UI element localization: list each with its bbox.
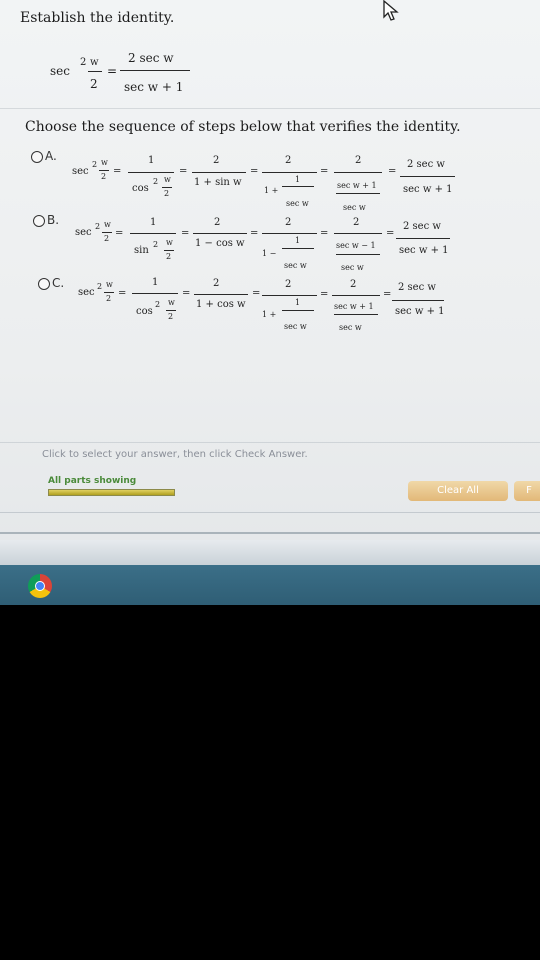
- instruction-hint: Click to select your answer, then click …: [42, 449, 308, 460]
- identity-lhs-num: w: [90, 57, 99, 68]
- choose-instruction: Choose the sequence of steps below that …: [25, 119, 461, 135]
- option-a-exp: 2: [92, 160, 98, 169]
- window-bottom-strip: [0, 540, 540, 565]
- identity-lhs-den: 2: [90, 77, 98, 91]
- mouse-pointer-icon: [383, 0, 399, 21]
- clear-all-button[interactable]: Clear All: [408, 481, 508, 501]
- option-a-label: A.: [45, 149, 57, 163]
- identity-rhs-num: 2 sec w: [128, 51, 174, 65]
- identity-eq: =: [107, 64, 118, 78]
- option-c-label: C.: [52, 276, 65, 290]
- parts-progress-bar: [48, 489, 175, 496]
- option-a-radio[interactable]: [31, 151, 43, 163]
- option-b-radio[interactable]: [33, 215, 45, 227]
- option-b-label: B.: [47, 213, 60, 227]
- option-c-radio[interactable]: [38, 278, 50, 290]
- identity-rhs-den: sec w + 1: [124, 80, 184, 94]
- identity-lhs-exp: 2: [80, 57, 87, 68]
- screen: Establish the identity. sec 2 w 2 = 2 se…: [0, 0, 540, 605]
- next-button[interactable]: F: [514, 481, 540, 501]
- identity-lhs-func: sec: [50, 64, 70, 78]
- prompt-title: Establish the identity.: [20, 10, 175, 26]
- option-a-func: sec: [72, 166, 89, 177]
- parts-showing-label: All parts showing: [48, 476, 137, 486]
- chrome-icon[interactable]: [28, 574, 52, 598]
- taskbar: [0, 565, 540, 605]
